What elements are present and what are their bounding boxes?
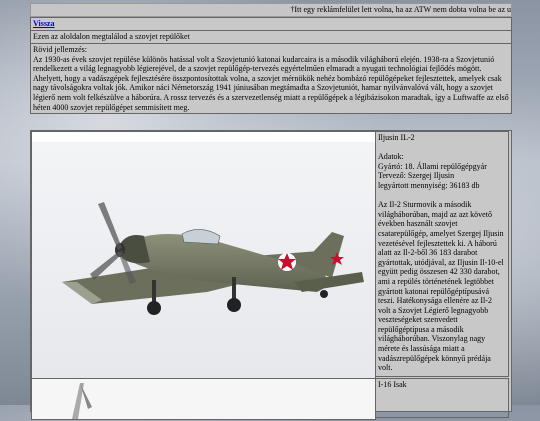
il2-designer: Tervező: Szergej Iljusin [378, 171, 455, 181]
il2-name: Iljusin IL-2 [378, 133, 415, 142]
ticker-text: †Itt egy reklámfelület lett volna, ha az… [290, 5, 511, 14]
page-subtitle: Ezen az aloldalon megtalálod a szovjet r… [33, 32, 190, 41]
i16-info: I-16 Isak [375, 378, 509, 418]
back-link[interactable]: Vissza [33, 19, 54, 28]
il2-maker: Gyártó: 18. Állami repülőgépgyár [378, 161, 487, 171]
subtitle-row: Ezen az aloldalon megtalálod a szovjet r… [31, 31, 511, 44]
description-text: Az 1930-as évek szovjet repülése különös… [33, 54, 509, 112]
il2-aircraft-image [32, 142, 375, 378]
i16-aircraft-image [32, 379, 375, 419]
back-row: Vissza [31, 18, 511, 31]
ad-ticker: †Itt egy reklámfelület lett volna, ha az… [30, 3, 512, 17]
red-star-roundel [278, 253, 296, 271]
il2-count: legyártott mennyiség: 36183 db [378, 180, 480, 190]
il2-info: Iljusin IL-2 Adatok: Gyártó: 18. Állami … [375, 131, 509, 377]
i16-photo [31, 378, 376, 420]
header-panel: Vissza Ezen az aloldalon megtalálod a sz… [30, 17, 512, 115]
il2-data-title: Adatok: [378, 152, 404, 162]
description-title: Rövid jellemzés: [33, 45, 87, 54]
i16-name: I-16 Isak [378, 380, 407, 389]
planes-table: Iljusin IL-2 Adatok: Gyártó: 18. Állami … [30, 130, 512, 420]
il2-text: Az Il-2 Sturmovik a második világháborúb… [378, 200, 504, 373]
il2-photo [31, 131, 376, 379]
description-row: Rövid jellemzés: Az 1930-as évek szovjet… [31, 44, 511, 113]
